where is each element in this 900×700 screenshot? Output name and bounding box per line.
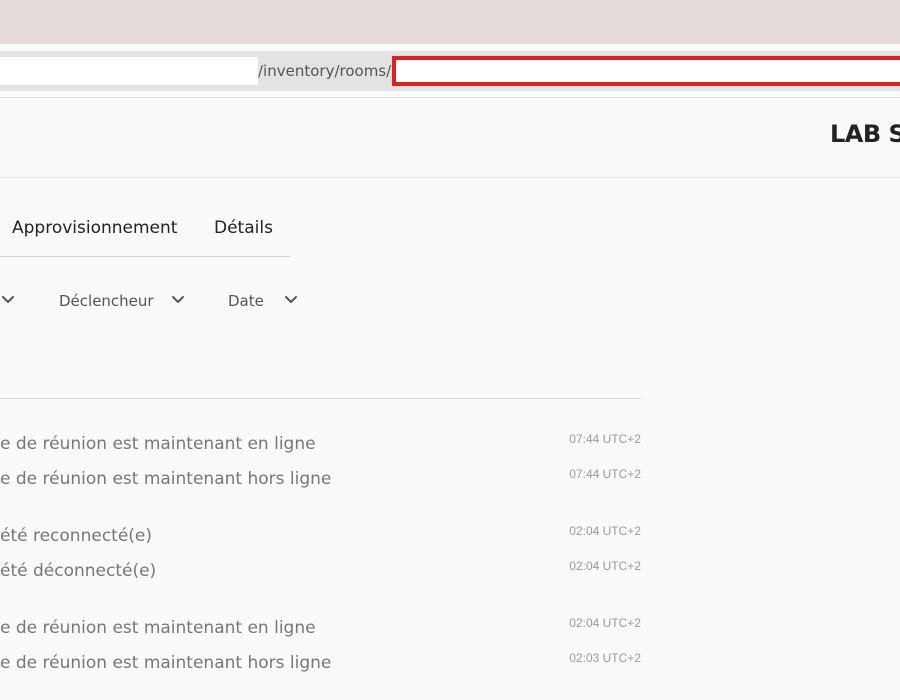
header-divider (0, 97, 900, 98)
event-row: été reconnecté(e) 02:04 UTC+2 (0, 524, 641, 556)
event-description: été déconnecté(e) (0, 561, 157, 581)
event-description: e de réunion est maintenant hors ligne (0, 469, 332, 489)
filter-date-label[interactable]: Date (228, 292, 264, 310)
address-bar-host-field[interactable] (0, 57, 258, 85)
event-description: e de réunion est maintenant en ligne (0, 618, 316, 638)
event-timestamp: 02:04 UTC+2 (569, 559, 641, 573)
address-bar-path[interactable]: /inventory/rooms/ (258, 57, 391, 85)
event-timestamp: 07:44 UTC+2 (569, 432, 641, 446)
event-timestamp: 07:44 UTC+2 (569, 467, 641, 481)
address-bar-highlighted-segment[interactable] (392, 56, 900, 86)
event-timestamp: 02:04 UTC+2 (569, 616, 641, 630)
chevron-down-icon[interactable] (0, 292, 16, 308)
browser-tab-strip (0, 0, 900, 44)
event-row: e de réunion est maintenant hors ligne 0… (0, 651, 641, 683)
event-timestamp: 02:03 UTC+2 (569, 651, 641, 665)
tab-details[interactable]: Détails (214, 218, 273, 238)
filter-bar: Déclencheur Date (0, 288, 320, 318)
event-row: e de réunion est maintenant en ligne 07:… (0, 432, 641, 464)
title-divider (0, 177, 900, 178)
event-row: été déconnecté(e) 02:04 UTC+2 (0, 559, 641, 591)
event-timestamp: 02:04 UTC+2 (569, 524, 641, 538)
event-description: e de réunion est maintenant hors ligne (0, 653, 332, 673)
tab-approvisionnement[interactable]: Approvisionnement (12, 218, 177, 238)
chevron-down-icon[interactable] (170, 292, 186, 308)
chevron-down-icon[interactable] (283, 292, 299, 308)
tab-bar: Approvisionnement Détails (0, 214, 290, 257)
event-row: e de réunion est maintenant en ligne 02:… (0, 616, 641, 648)
event-description: e de réunion est maintenant en ligne (0, 434, 316, 454)
events-divider (0, 398, 641, 399)
address-bar[interactable]: /inventory/rooms/ (0, 51, 900, 91)
event-row: e de réunion est maintenant hors ligne 0… (0, 467, 641, 499)
filter-trigger-label[interactable]: Déclencheur (59, 292, 154, 310)
event-description: été reconnecté(e) (0, 526, 153, 546)
page-title: LAB S (830, 120, 900, 148)
